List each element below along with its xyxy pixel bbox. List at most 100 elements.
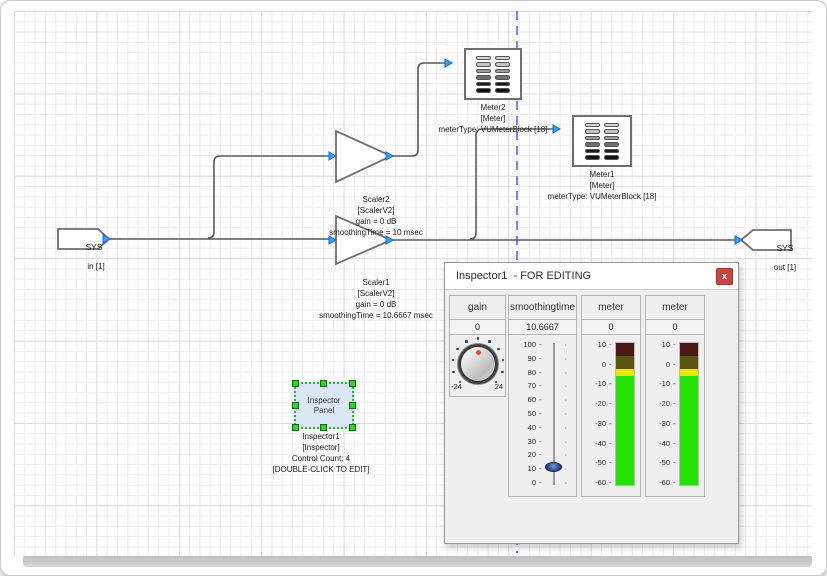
selection-handle[interactable] bbox=[349, 424, 356, 431]
scaler1-smoothing: smoothingTime = 10.6667 msec bbox=[319, 310, 433, 321]
tick-mark: · bbox=[565, 464, 568, 473]
smoothingtime-slider[interactable]: 100-·90-·80-·70-·60-·50-·40-·30-·20-·10-… bbox=[509, 335, 576, 495]
selection-handle[interactable] bbox=[292, 424, 299, 431]
tick-mark: - bbox=[673, 439, 676, 448]
tick-label: -40 bbox=[582, 439, 606, 448]
meter-icon-bar bbox=[604, 129, 619, 134]
tick-row: 70-· bbox=[509, 380, 576, 391]
meter-icon-bar bbox=[476, 75, 491, 80]
meter-b-column: meter 0 10-0--10--20--30--40--50--60- bbox=[645, 295, 705, 497]
tick-mark: - bbox=[539, 437, 542, 446]
gain-header: gain bbox=[450, 296, 505, 319]
inspector-block-type: [Inspector] bbox=[302, 442, 339, 453]
tick-mark: - bbox=[609, 379, 612, 388]
knob-indicator-icon bbox=[476, 350, 481, 355]
tick-mark: · bbox=[565, 437, 568, 446]
vu-meter-icon bbox=[495, 56, 510, 93]
meter-icon-bar bbox=[585, 136, 600, 141]
tick-row: 10- · bbox=[509, 463, 576, 474]
meter-segment-olive bbox=[616, 356, 634, 369]
tick-label: -20 bbox=[582, 399, 606, 408]
tick-row: 30-· bbox=[509, 436, 576, 447]
smoothingtime-value[interactable]: 10.6667 bbox=[509, 319, 576, 335]
slider-handle[interactable] bbox=[545, 462, 562, 472]
meter-icon-bar bbox=[495, 88, 510, 93]
meter-icon-bar bbox=[495, 82, 510, 87]
meter-icon-bar bbox=[604, 149, 619, 154]
vu-meter-icon bbox=[604, 123, 619, 160]
sys-in-port-label: in [1] bbox=[87, 261, 104, 272]
tick-row: 80-· bbox=[509, 367, 576, 378]
tick-mark: - bbox=[673, 399, 676, 408]
connector-arrows bbox=[103, 59, 742, 244]
tick-mark: - bbox=[539, 381, 542, 390]
tick-mark: - bbox=[539, 354, 542, 363]
meter2-prop: meterType: VUMeterBlock [18] bbox=[439, 124, 548, 135]
tick-mark: - bbox=[673, 340, 676, 349]
inspector-window[interactable]: Inspector1 - FOR EDITING x gain 0 -24 24… bbox=[444, 262, 739, 544]
inspector-block-hint: [DOUBLE-CLICK TO EDIT] bbox=[272, 464, 369, 475]
meter-b-value: 0 bbox=[646, 319, 704, 335]
tick-label: 50 bbox=[509, 409, 536, 418]
meter1-block[interactable] bbox=[572, 115, 632, 167]
meter2-block[interactable] bbox=[464, 48, 522, 100]
gain-knob[interactable] bbox=[458, 344, 498, 384]
meter1-input-pin-icon[interactable] bbox=[553, 125, 560, 133]
sys-out-port-label: out [1] bbox=[774, 262, 796, 273]
scaler1-name: Scaler1 bbox=[362, 277, 389, 288]
scaler2-block[interactable] bbox=[336, 131, 391, 182]
meter-icon-bar bbox=[585, 129, 600, 134]
tick-label: -50 bbox=[646, 458, 670, 467]
tick-label: -20 bbox=[646, 399, 670, 408]
tick-mark: · bbox=[565, 478, 568, 487]
meter1-name: Meter1 bbox=[590, 169, 615, 180]
tick-label: 70 bbox=[509, 381, 536, 390]
meter-segment-green bbox=[616, 376, 634, 485]
meter-a-value: 0 bbox=[582, 319, 640, 335]
meter-a-header: meter bbox=[582, 296, 640, 319]
tick-label: -30 bbox=[582, 419, 606, 428]
meter-b-header: meter bbox=[646, 296, 704, 319]
tick-mark: - bbox=[539, 464, 542, 473]
selection-handle[interactable] bbox=[320, 380, 327, 387]
wire-branch-meter1[interactable] bbox=[470, 129, 559, 239]
selection-handle[interactable] bbox=[349, 380, 356, 387]
scaler2-output-pin-icon[interactable] bbox=[386, 152, 393, 160]
meter-segment-olive bbox=[680, 356, 698, 369]
sys-out-label: SYS bbox=[767, 243, 803, 253]
tick-mark: - bbox=[673, 458, 676, 467]
inspector-panel-block[interactable]: Inspector Panel bbox=[294, 382, 354, 429]
meter-segment-red bbox=[680, 343, 698, 356]
vu-meter-icon bbox=[476, 56, 491, 93]
inspector-titlebar[interactable]: Inspector1 - FOR EDITING x bbox=[445, 263, 738, 290]
selection-handle[interactable] bbox=[292, 402, 299, 409]
gain-knob-area: -24 24 bbox=[450, 335, 505, 394]
knob-tick-dot bbox=[488, 340, 491, 343]
knob-tick-dot bbox=[497, 348, 500, 351]
meter-b-bar bbox=[679, 342, 699, 486]
selection-handle[interactable] bbox=[349, 402, 356, 409]
close-icon[interactable]: x bbox=[716, 268, 733, 285]
scaler2-input-pin-icon[interactable] bbox=[329, 152, 336, 160]
scaler2-name: Scaler2 bbox=[362, 194, 389, 205]
meter-segment-red bbox=[616, 343, 634, 356]
tick-label: 10 bbox=[509, 464, 536, 473]
gain-value[interactable]: 0 bbox=[450, 319, 505, 335]
sysout-input-pin-icon[interactable] bbox=[735, 236, 742, 244]
wire-scaler2-meter2[interactable] bbox=[391, 63, 451, 156]
meter2-input-pin-icon[interactable] bbox=[445, 59, 452, 67]
wire-branch-scaler2[interactable] bbox=[208, 156, 334, 238]
tick-label: 0 bbox=[509, 478, 536, 487]
tick-row: 50-· bbox=[509, 408, 576, 419]
tick-mark: - bbox=[609, 360, 612, 369]
tick-mark: · bbox=[565, 395, 568, 404]
meter-icon-bar bbox=[476, 62, 491, 67]
tick-mark: - bbox=[539, 340, 542, 349]
tick-label: -50 bbox=[582, 458, 606, 467]
tick-row: 60-· bbox=[509, 394, 576, 405]
selection-handle[interactable] bbox=[320, 424, 327, 431]
gain-column: gain 0 -24 24 bbox=[449, 295, 506, 397]
inspector-block-count: Control Count: 4 bbox=[292, 453, 350, 464]
inspector-panel-block-line1: Inspector bbox=[308, 396, 341, 406]
selection-handle[interactable] bbox=[292, 380, 299, 387]
